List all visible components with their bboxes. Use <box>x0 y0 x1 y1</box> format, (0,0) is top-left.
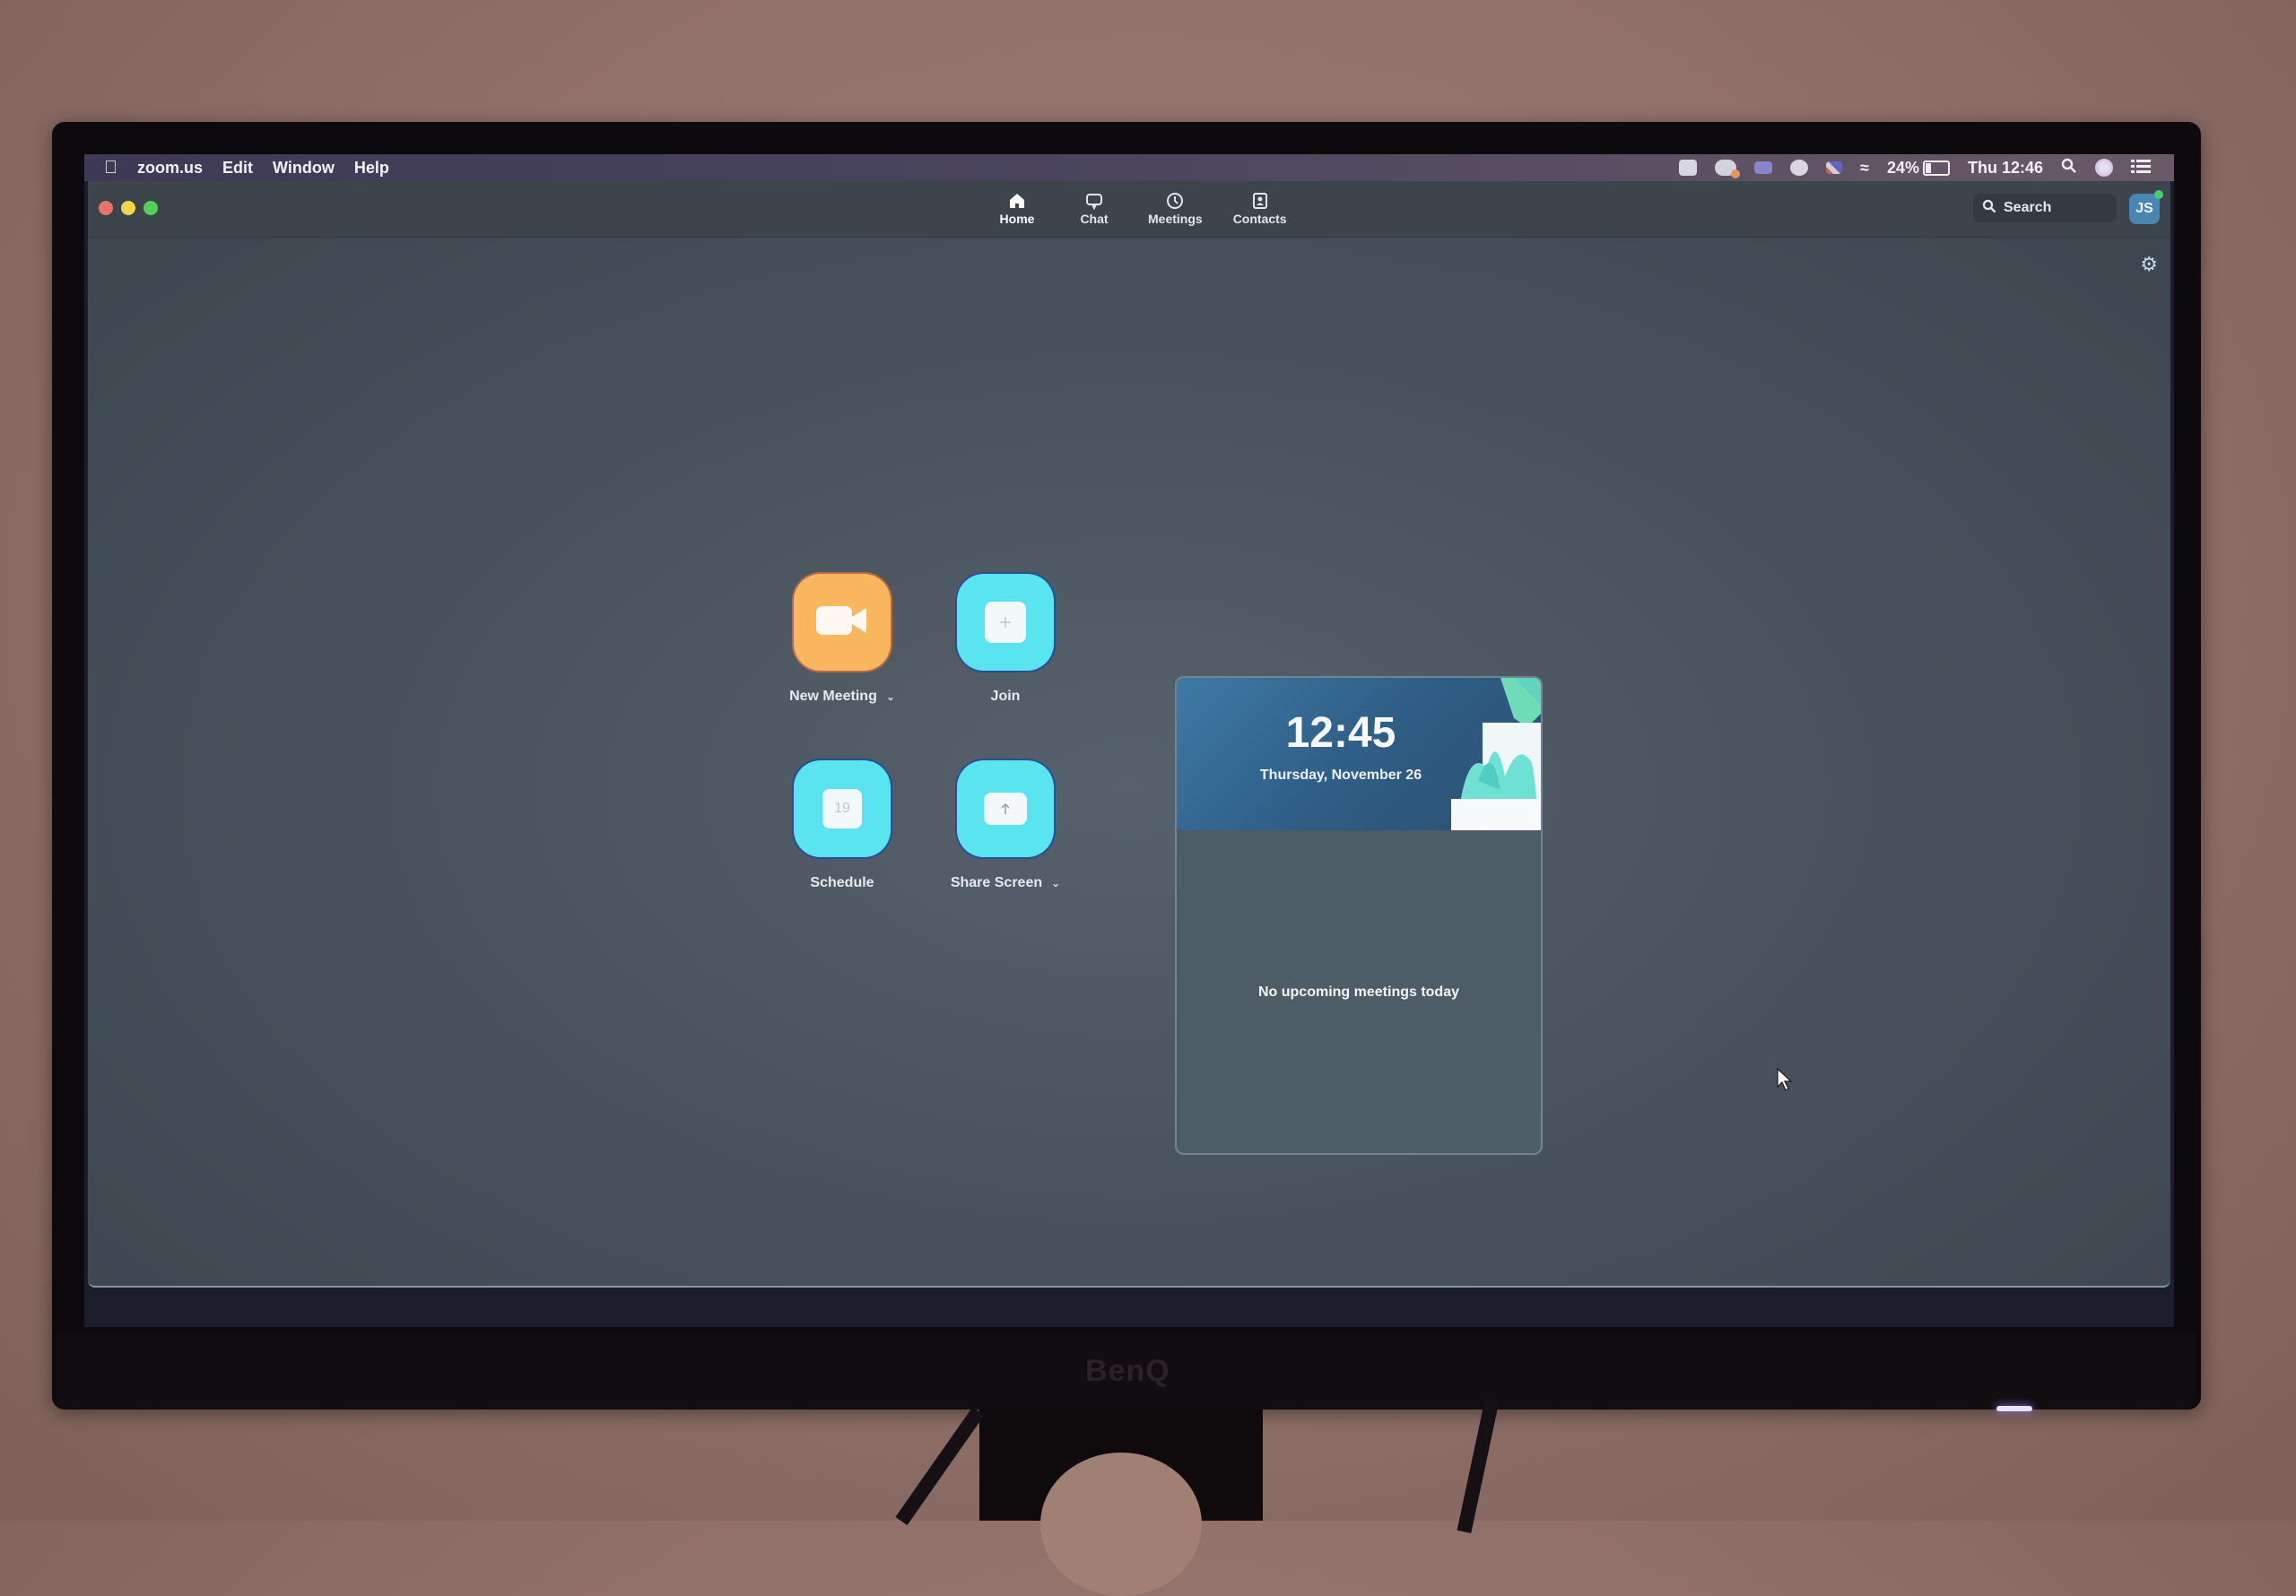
mouse-cursor-icon <box>1777 1067 1793 1091</box>
tab-chat[interactable]: Chat <box>1071 190 1118 226</box>
search-input[interactable]: Search <box>1973 194 2117 222</box>
search-placeholder: Search <box>2004 200 2052 215</box>
new-meeting-button[interactable] <box>794 574 891 671</box>
title-bar: Home Chat Meetings Contacts Search JS <box>88 181 2170 238</box>
share-up-arrow-icon <box>984 793 1027 825</box>
flag-icon[interactable] <box>1826 161 1843 174</box>
tab-home[interactable]: Home <box>994 190 1040 226</box>
clock-icon <box>1166 190 1184 212</box>
monitor-brand-logo: BenQ <box>1085 1354 1170 1388</box>
calendar-icon: 19 <box>822 789 862 828</box>
chevron-down-icon[interactable]: ⌄ <box>1051 877 1060 889</box>
new-meeting-tile: New Meeting ⌄ <box>757 574 927 705</box>
close-window-button[interactable] <box>99 201 113 215</box>
screen-record-icon[interactable] <box>1679 160 1698 176</box>
battery-percent: 24% <box>1886 158 1919 177</box>
avatar-initials: JS <box>2135 201 2153 216</box>
contact-card-icon <box>1251 190 1269 212</box>
share-screen-label[interactable]: Share Screen ⌄ <box>951 875 1060 891</box>
wifi-icon[interactable]: ≈ <box>1860 159 1869 178</box>
stand-cable-hole <box>1040 1453 1202 1596</box>
spotlight-icon[interactable] <box>2061 158 2077 178</box>
chat-bubble-icon <box>1085 190 1103 212</box>
chevron-down-icon[interactable]: ⌄ <box>886 690 895 703</box>
video-camera-icon <box>816 604 868 641</box>
cable <box>895 1406 985 1526</box>
join-tile: Join <box>920 574 1091 705</box>
schedule-label[interactable]: Schedule <box>810 875 874 891</box>
menu-window[interactable]: Window <box>273 159 335 178</box>
plant-illustration <box>1451 678 1541 830</box>
join-button[interactable] <box>957 574 1054 671</box>
presence-status-dot <box>2154 190 2163 199</box>
tab-label: Chat <box>1080 212 1109 226</box>
control-center-icon[interactable] <box>2131 159 2151 178</box>
no-meetings-message: No upcoming meetings today <box>1257 984 1459 1000</box>
menubar-clock[interactable]: Thu 12:46 <box>1968 159 2043 178</box>
tab-contacts[interactable]: Contacts <box>1233 190 1287 226</box>
card-header: 12:45 Thursday, November 26 <box>1177 678 1541 830</box>
share-screen-button[interactable] <box>957 760 1054 857</box>
search-icon <box>1982 199 1996 218</box>
user-avatar[interactable]: JS <box>2129 194 2160 224</box>
tab-label: Meetings <box>1148 212 1203 226</box>
window-controls <box>99 201 158 215</box>
schedule-tile: 19 Schedule <box>757 760 927 891</box>
schedule-button[interactable]: 19 <box>794 760 891 857</box>
menu-bar:  zoom.us Edit Window Help ≈ 24% Thu 12:… <box>84 154 2174 181</box>
join-text: Join <box>990 689 1021 704</box>
chart-icon[interactable] <box>1754 161 1773 174</box>
tab-meetings[interactable]: Meetings <box>1148 190 1203 226</box>
apple-menu-icon[interactable]:  <box>104 158 117 178</box>
minimize-window-button[interactable] <box>121 201 135 215</box>
cable <box>1457 1398 1500 1534</box>
menu-help[interactable]: Help <box>354 159 389 178</box>
menu-app-name[interactable]: zoom.us <box>137 159 203 178</box>
maximize-window-button[interactable] <box>144 201 158 215</box>
schedule-text: Schedule <box>810 875 874 890</box>
share-screen-text: Share Screen <box>950 875 1043 890</box>
settings-gear-icon[interactable]: ⚙ <box>2140 253 2158 276</box>
join-label[interactable]: Join <box>991 689 1021 705</box>
new-meeting-text: New Meeting <box>789 689 877 704</box>
home-icon <box>1008 190 1026 212</box>
tab-label: Contacts <box>1232 212 1287 226</box>
battery-status[interactable]: 24% <box>1887 159 1950 178</box>
siri-icon[interactable] <box>2095 159 2113 177</box>
disc-icon[interactable] <box>1790 160 1809 176</box>
calendar-day: 19 <box>834 801 850 816</box>
upcoming-meetings-card: 12:45 Thursday, November 26 No upcoming … <box>1175 676 1543 1155</box>
tab-label: Home <box>999 212 1035 226</box>
zoom-window: Home Chat Meetings Contacts Search JS ⚙ … <box>88 181 2170 1288</box>
screen:  zoom.us Edit Window Help ≈ 24% Thu 12:… <box>84 154 2174 1327</box>
share-screen-tile: Share Screen ⌄ <box>920 760 1091 891</box>
cloud-icon[interactable] <box>1715 160 1741 178</box>
new-meeting-label[interactable]: New Meeting ⌄ <box>789 689 895 705</box>
menu-edit[interactable]: Edit <box>222 159 253 178</box>
battery-icon <box>1922 160 1950 176</box>
main-tabs: Home Chat Meetings Contacts <box>994 190 1287 226</box>
power-led <box>1996 1406 2032 1411</box>
plus-icon <box>985 602 1026 643</box>
